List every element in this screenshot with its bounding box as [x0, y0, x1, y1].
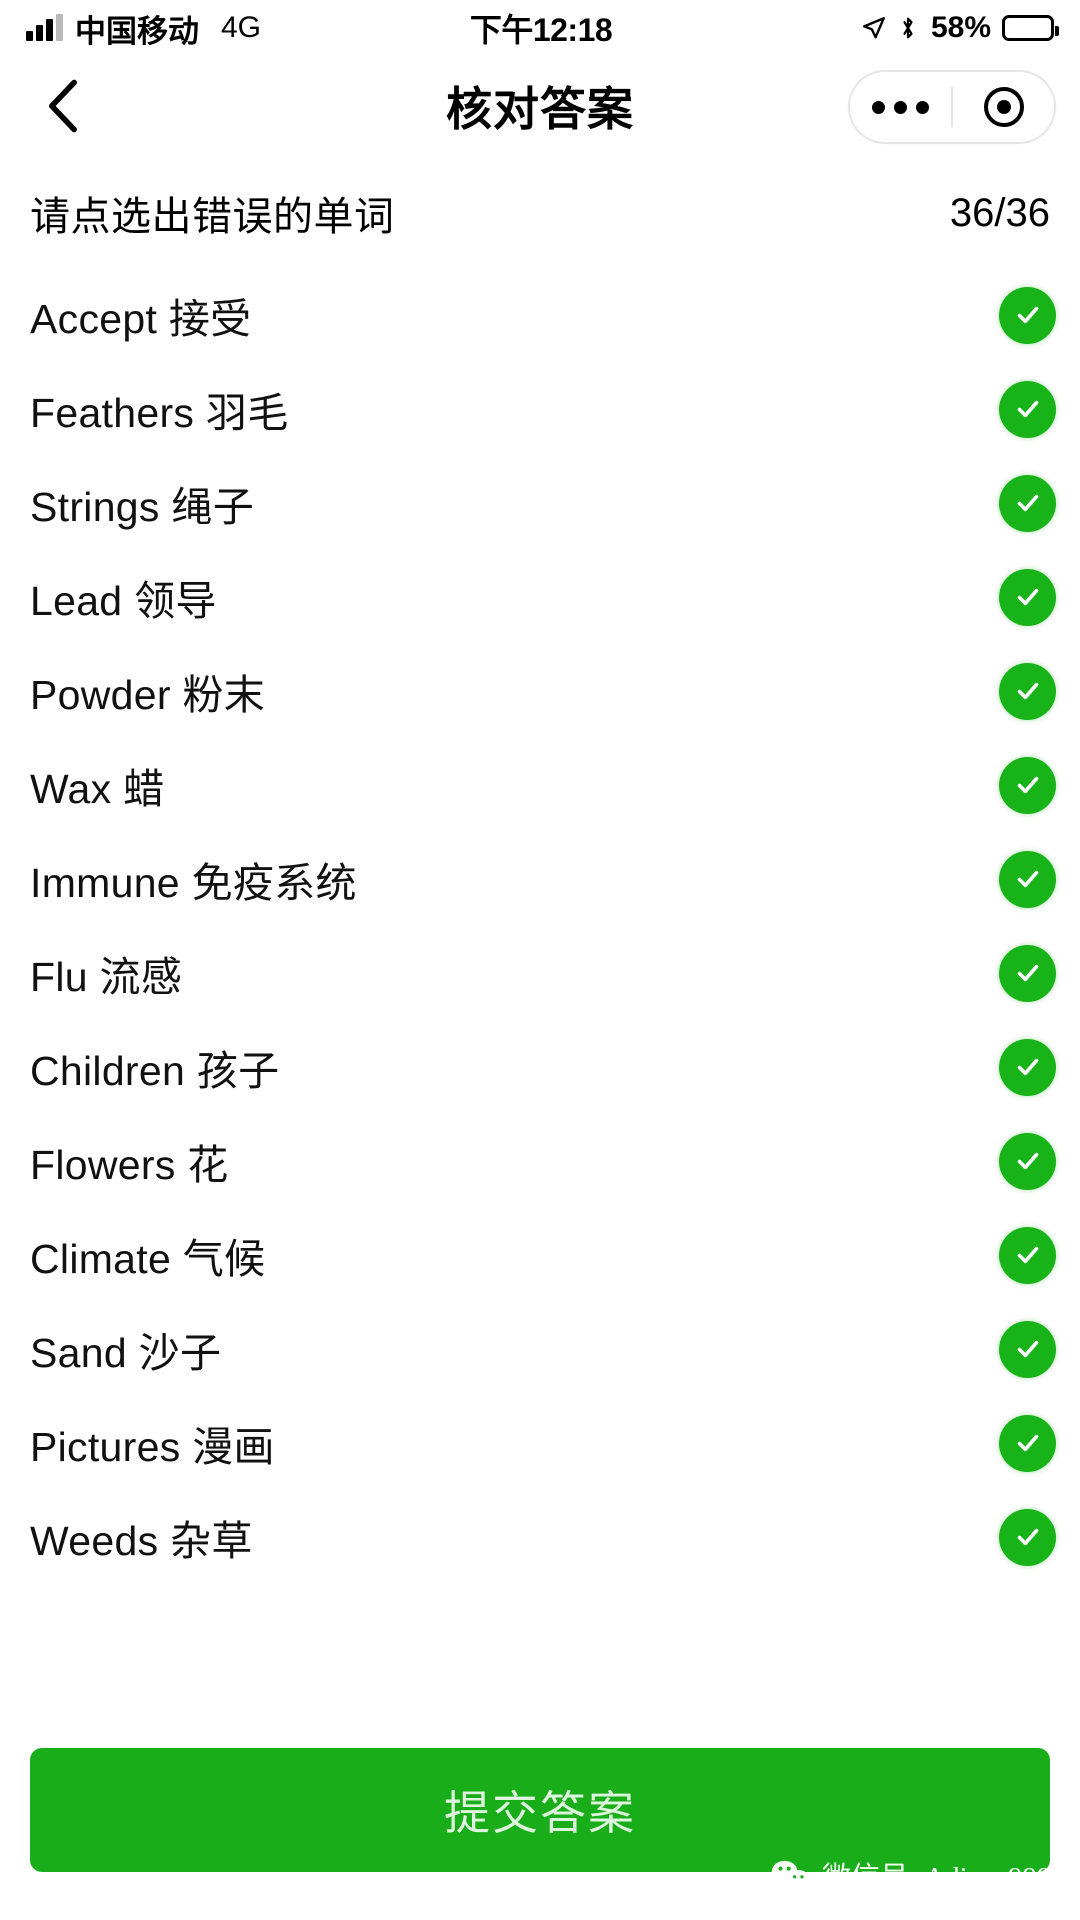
check-icon[interactable]	[999, 1414, 1056, 1472]
target-circle-icon	[983, 87, 1024, 127]
word-label: Immune 免疫系统	[30, 860, 357, 906]
progress-counter: 36/36	[949, 190, 1050, 235]
battery-icon	[1002, 15, 1059, 41]
word-label: Accept 接受	[30, 296, 252, 342]
carrier-label: 中国移动	[75, 13, 199, 49]
close-miniprogram-button[interactable]	[953, 72, 1054, 142]
word-row[interactable]: Immune 免疫系统	[0, 832, 1080, 926]
word-row[interactable]: Flowers 花	[0, 1114, 1080, 1208]
word-label: Wax 蜡	[30, 766, 165, 812]
check-icon[interactable]	[999, 1226, 1056, 1284]
app-screen: 中国移动 4G 下午12:18 58% 核对答案 请点选出错误的单词 36/36…	[0, 0, 1080, 1920]
bluetooth-icon	[898, 14, 918, 42]
check-icon[interactable]	[999, 474, 1056, 532]
signal-bars-icon	[26, 14, 63, 41]
back-button[interactable]	[18, 56, 108, 156]
word-label: Strings 绳子	[30, 484, 254, 530]
check-icon[interactable]	[999, 1038, 1056, 1096]
check-icon[interactable]	[999, 850, 1056, 908]
word-row[interactable]: Flu 流感	[0, 926, 1080, 1020]
check-icon[interactable]	[999, 756, 1056, 814]
word-row[interactable]: Wax 蜡	[0, 738, 1080, 832]
instruction-label: 请点选出错误的单词	[30, 195, 395, 239]
battery-percent-label: 58%	[930, 11, 991, 44]
status-bar-clock: 下午12:18	[469, 12, 613, 48]
check-icon[interactable]	[999, 568, 1056, 626]
word-label: Climate 气候	[30, 1236, 266, 1282]
word-row[interactable]: Children 孩子	[0, 1020, 1080, 1114]
word-label: Feathers 羽毛	[30, 390, 289, 436]
word-list[interactable]: Accept 接受 Feathers 羽毛 Strings 绳子 Lead 领导 Pow…	[0, 268, 1080, 1920]
word-row[interactable]: Lead 领导	[0, 550, 1080, 644]
miniprogram-capsule	[848, 70, 1056, 144]
check-icon[interactable]	[999, 1320, 1056, 1378]
check-icon[interactable]	[999, 286, 1056, 344]
word-row[interactable]: Climate 气候	[0, 1208, 1080, 1302]
instruction-row: 请点选出错误的单词 36/36	[0, 168, 1080, 258]
location-arrow-icon	[861, 15, 887, 41]
submit-answer-button[interactable]: 提交答案	[30, 1748, 1050, 1872]
word-label: Pictures 漫画	[30, 1424, 275, 1470]
word-label: Children 孩子	[30, 1048, 280, 1094]
word-row[interactable]: Sand 沙子	[0, 1302, 1080, 1396]
status-bar-right: 58%	[861, 11, 1059, 45]
word-label: Flu 流感	[30, 954, 183, 1000]
more-menu-button[interactable]	[850, 72, 951, 142]
word-label: Powder 粉末	[30, 672, 266, 718]
word-row[interactable]: Pictures 漫画	[0, 1396, 1080, 1490]
word-label: Flowers 花	[30, 1142, 229, 1188]
word-row[interactable]: Weeds 杂草	[0, 1490, 1080, 1584]
check-icon[interactable]	[999, 944, 1056, 1002]
check-icon[interactable]	[999, 1132, 1056, 1190]
status-bar: 中国移动 4G 下午12:18 58%	[0, 0, 1080, 56]
word-row[interactable]: Powder 粉末	[0, 644, 1080, 738]
word-row[interactable]: Strings 绳子	[0, 456, 1080, 550]
check-icon[interactable]	[999, 662, 1056, 720]
check-icon[interactable]	[999, 1508, 1056, 1566]
word-row[interactable]: Accept 接受	[0, 268, 1080, 362]
chevron-left-icon	[45, 78, 81, 134]
more-dots-icon	[872, 100, 929, 114]
word-label: Weeds 杂草	[30, 1518, 253, 1564]
word-row[interactable]: Feathers 羽毛	[0, 362, 1080, 456]
check-icon[interactable]	[999, 380, 1056, 438]
nav-bar: 核对答案	[0, 56, 1080, 156]
word-label: Sand 沙子	[30, 1330, 222, 1376]
word-label: Lead 领导	[30, 578, 217, 624]
